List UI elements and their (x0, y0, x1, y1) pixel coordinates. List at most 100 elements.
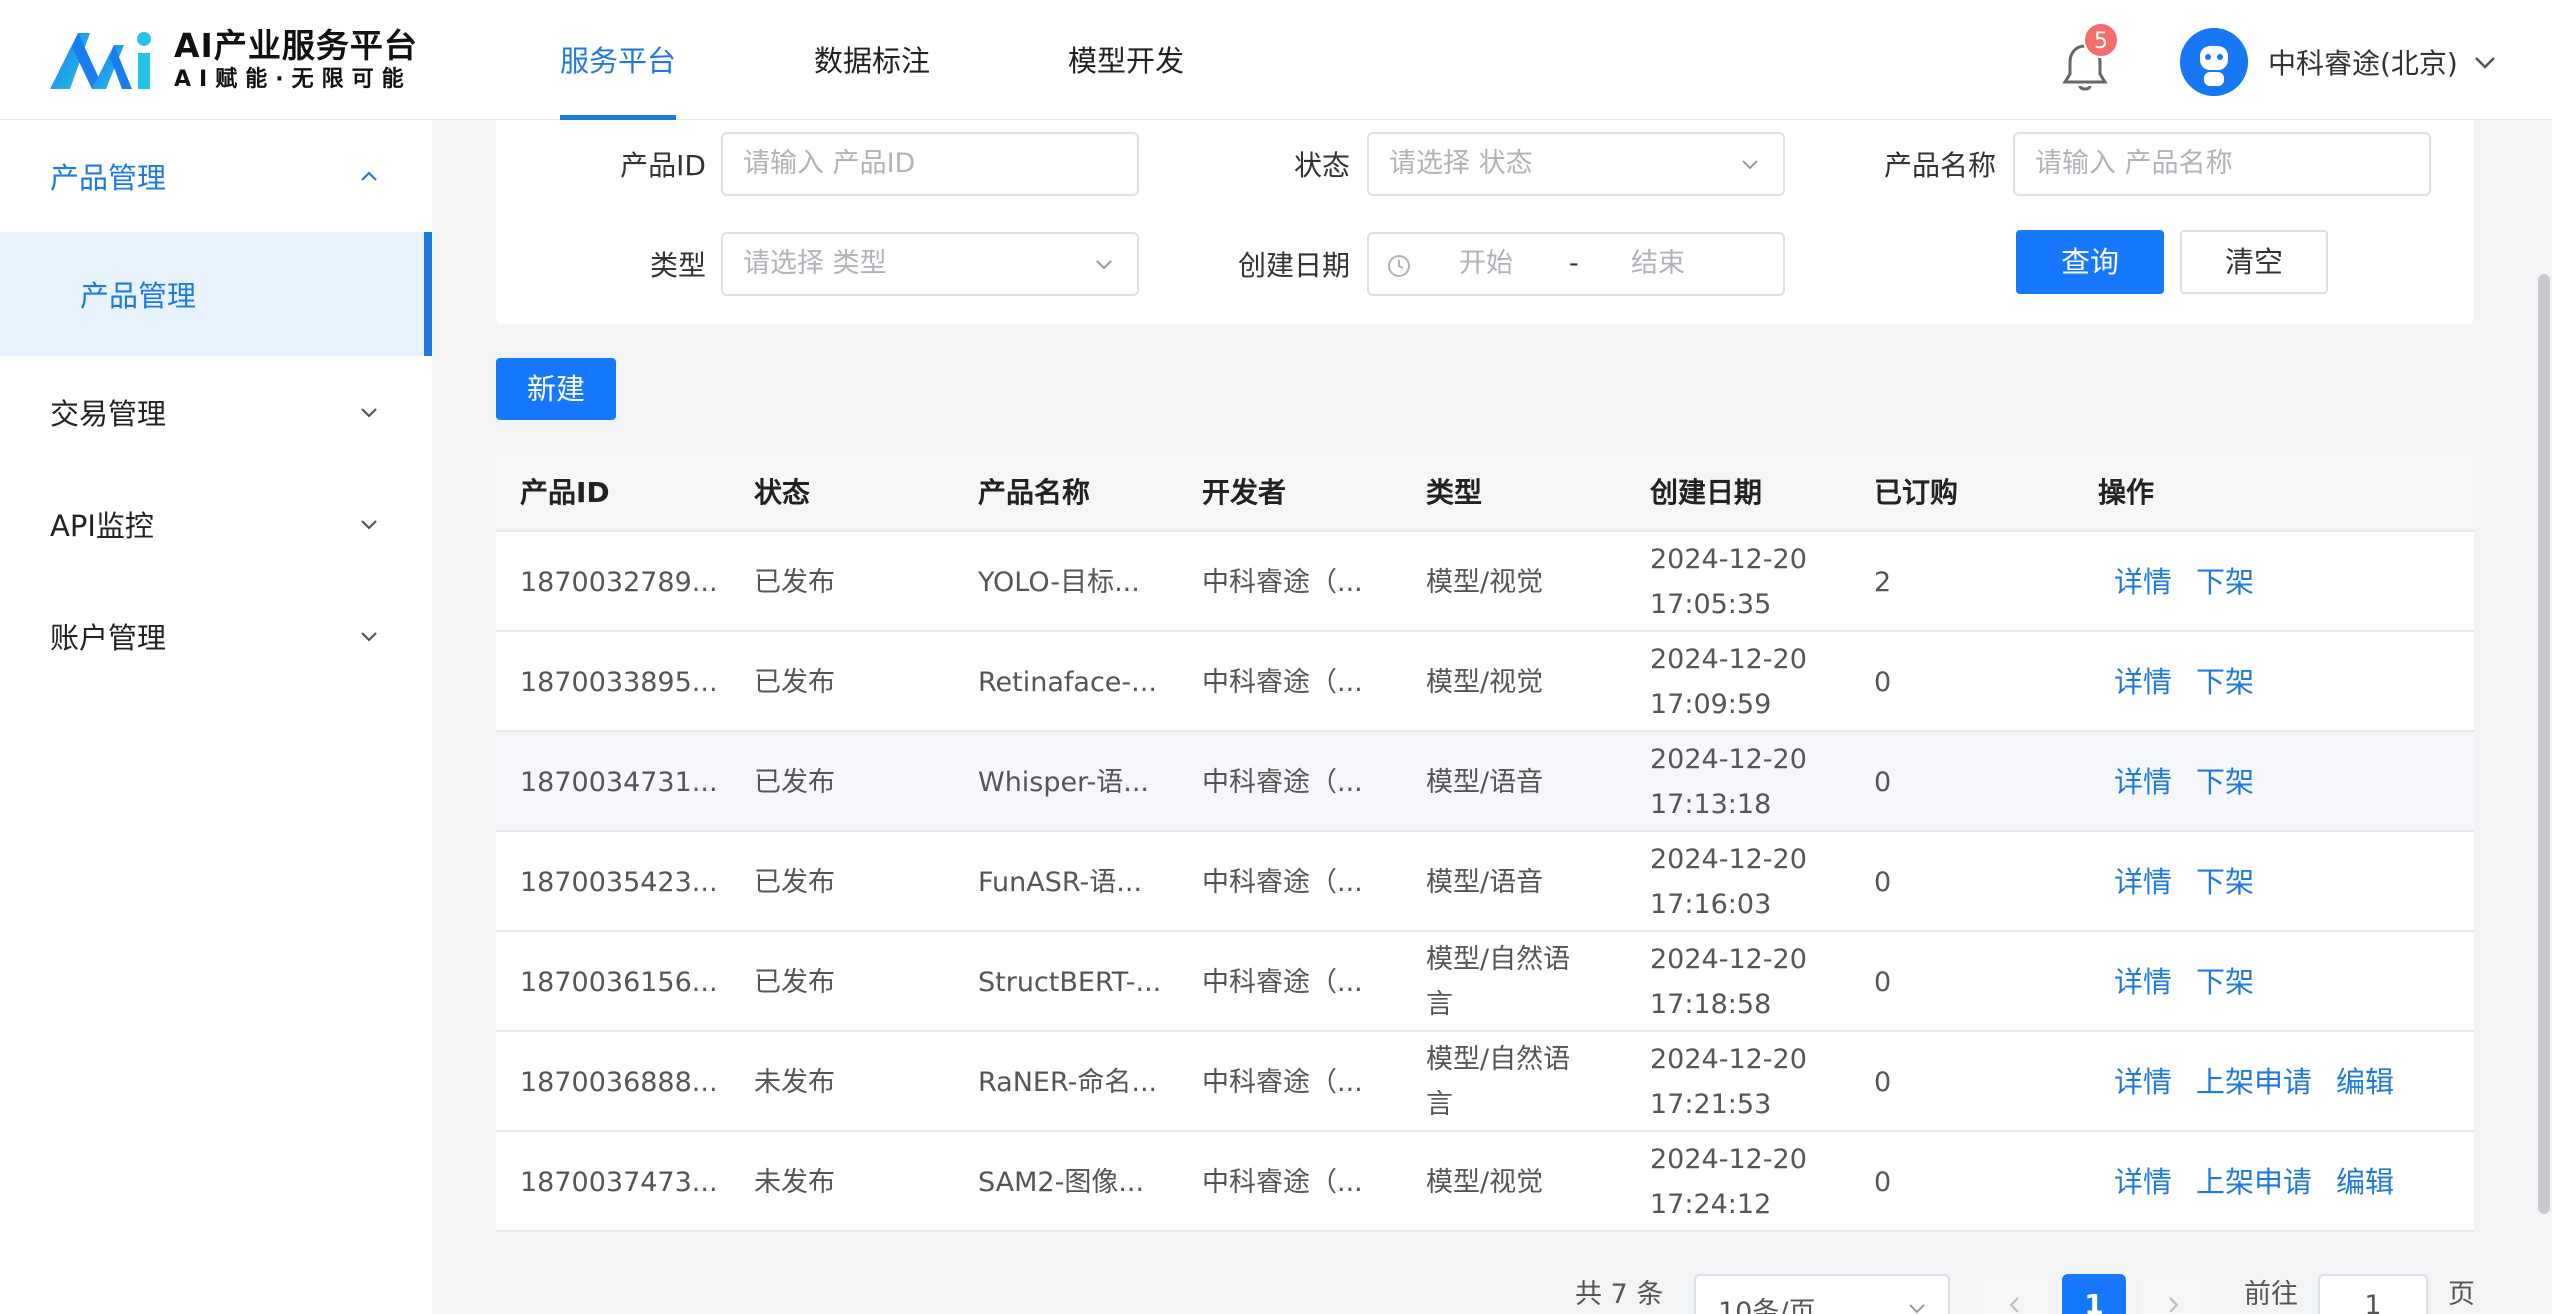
chevron-down-icon (1909, 1304, 1925, 1314)
cell-developer: 中科睿途（... (1202, 666, 1363, 698)
unpublish-link[interactable]: 下架 (2196, 860, 2254, 905)
clear-button[interactable]: 清空 (2180, 230, 2328, 294)
cell-product-name: SAM2-图像... (978, 1166, 1145, 1198)
goto-page-input[interactable]: 1 (2318, 1274, 2428, 1314)
cell-type: 模型/自然语言 (1426, 1044, 1571, 1120)
unpublish-link[interactable]: 下架 (2196, 660, 2254, 705)
table-row[interactable]: 1870035423... 已发布 FunASR-语... 中科睿途（... 模… (496, 832, 2474, 932)
avatar (2180, 28, 2248, 96)
cell-type: 模型/视觉 (1426, 1166, 1544, 1198)
sidebar-group-trade-management[interactable]: 交易管理 (0, 356, 432, 468)
table-row[interactable]: 1870036156... 已发布 StructBERT-... 中科睿途（..… (496, 932, 2474, 1032)
sidebar-group-product-management[interactable]: 产品管理 (0, 120, 432, 232)
pagination-total: 共 7 条 (1575, 1279, 1664, 1310)
vertical-scrollbar[interactable] (2538, 274, 2550, 1214)
robot-avatar-icon (2180, 28, 2248, 96)
detail-link[interactable]: 详情 (2114, 960, 2172, 1005)
cell-subscribed: 0 (1874, 666, 1892, 698)
product-id-input[interactable]: 请输入 产品ID (721, 132, 1139, 196)
cell-date: 2024-12-20 17:24:12 (1650, 1132, 1807, 1232)
sidebar-group-api-monitor[interactable]: API监控 (0, 468, 432, 580)
apply-publish-link[interactable]: 上架申请 (2196, 1160, 2312, 1205)
chevron-down-icon (1096, 260, 1112, 270)
table-row[interactable]: 1870037473... 未发布 SAM2-图像... 中科睿途（... 模型… (496, 1132, 2474, 1232)
detail-link[interactable]: 详情 (2114, 1160, 2172, 1205)
column-header-date: 创建日期 (1650, 476, 1763, 509)
sidebar-group-label: 产品管理 (50, 161, 167, 195)
date-range-picker[interactable]: 开始 - 结束 (1367, 232, 1785, 296)
product-name-label: 产品名称 (1883, 149, 1996, 182)
cell-date: 2024-12-20 17:05:35 (1650, 532, 1807, 632)
top-header: AI产业服务平台 AI赋能·无限可能 服务平台 数据标注 模型开发 5 中科睿途… (0, 0, 2552, 120)
cell-type: 模型/自然语言 (1426, 944, 1571, 1020)
cell-developer: 中科睿途（... (1202, 966, 1363, 998)
chevron-down-icon (361, 520, 377, 530)
detail-link[interactable]: 详情 (2114, 760, 2172, 805)
chevron-down-icon (1742, 160, 1758, 170)
brand-subtitle: AI赋能·无限可能 (174, 67, 412, 92)
cell-date-time: 17:16:03 (1650, 889, 1772, 920)
sidebar-group-label: 交易管理 (50, 397, 167, 431)
table-row[interactable]: 1870036888... 未发布 RaNER-命名... 中科睿途（... 模… (496, 1032, 2474, 1132)
table-row[interactable]: 1870034731... 已发布 Whisper-语... 中科睿途（... … (496, 732, 2474, 832)
brand-logo[interactable]: AI产业服务平台 AI赋能·无限可能 (48, 22, 418, 98)
status-label: 状态 (1293, 149, 1350, 182)
sidebar-group-label: 账户管理 (50, 621, 167, 655)
edit-link[interactable]: 编辑 (2336, 1160, 2394, 1205)
cell-product-id: 1870035423... (520, 866, 718, 898)
cell-subscribed: 0 (1874, 766, 1892, 798)
cell-date-time: 17:21:53 (1650, 1089, 1772, 1120)
sidebar-item-product-management[interactable]: 产品管理 (0, 232, 432, 356)
sidebar-item-label: 产品管理 (80, 279, 197, 313)
goto-label: 前往 (2244, 1279, 2298, 1310)
product-table: 产品ID 状态 产品名称 开发者 类型 创建日期 已订购 操作 18700327… (496, 454, 2474, 1232)
cell-product-name: Retinaface-... (978, 666, 1157, 698)
cell-subscribed: 0 (1874, 866, 1892, 898)
apply-publish-link[interactable]: 上架申请 (2196, 1060, 2312, 1105)
cell-date-time: 17:18:58 (1650, 989, 1772, 1020)
table-row[interactable]: 1870033895... 已发布 Retinaface-... 中科睿途（..… (496, 632, 2474, 732)
product-name-input[interactable]: 请输入 产品名称 (2013, 132, 2431, 196)
chevron-up-icon (361, 171, 377, 181)
page-size-select[interactable]: 10条/页 (1694, 1274, 1950, 1314)
type-select[interactable]: 请选择 类型 (721, 232, 1139, 296)
unpublish-link[interactable]: 下架 (2196, 760, 2254, 805)
unpublish-link[interactable]: 下架 (2196, 560, 2254, 605)
page-number-current[interactable]: 1 (2062, 1274, 2126, 1314)
detail-link[interactable]: 详情 (2114, 1060, 2172, 1105)
date-start-input[interactable]: 开始 (1459, 234, 1513, 294)
sidebar-group-account-management[interactable]: 账户管理 (0, 580, 432, 692)
cell-date: 2024-12-20 17:16:03 (1650, 832, 1807, 932)
top-nav-data-annotation[interactable]: 数据标注 (814, 0, 930, 120)
user-menu[interactable]: 中科睿途(北京) (2180, 28, 2498, 96)
cell-date-day: 2024-12-20 (1650, 744, 1807, 775)
page-size-value: 10条/页 (1718, 1297, 1816, 1314)
top-nav-service-platform[interactable]: 服务平台 (560, 0, 677, 120)
cell-status: 已发布 (754, 566, 835, 598)
top-nav-model-dev[interactable]: 模型开发 (1068, 0, 1184, 120)
cell-date-time: 17:13:18 (1650, 789, 1772, 820)
new-button[interactable]: 新建 (496, 358, 616, 420)
create-date-label: 创建日期 (1237, 249, 1350, 282)
status-select[interactable]: 请选择 状态 (1367, 132, 1785, 196)
edit-link[interactable]: 编辑 (2336, 1060, 2394, 1105)
cell-date-time: 17:09:59 (1650, 689, 1772, 720)
unpublish-link[interactable]: 下架 (2196, 960, 2254, 1005)
query-button[interactable]: 查询 (2016, 230, 2164, 294)
next-page-button[interactable] (2140, 1274, 2206, 1314)
table-row[interactable]: 1870032789... 已发布 YOLO-目标... 中科睿途（... 模型… (496, 532, 2474, 632)
cell-product-id: 1870036156... (520, 966, 718, 998)
detail-link[interactable]: 详情 (2114, 560, 2172, 605)
detail-link[interactable]: 详情 (2114, 660, 2172, 705)
page-suffix: 页 (2448, 1279, 2475, 1310)
cell-actions: 详情 下架 (2114, 932, 2278, 1032)
brand-logo-icon (50, 32, 151, 89)
prev-page-button[interactable] (1982, 1274, 2048, 1314)
chevron-right-icon (2169, 1297, 2179, 1313)
cell-product-name: StructBERT-... (978, 966, 1162, 998)
cell-product-name: FunASR-语... (978, 866, 1143, 898)
cell-developer: 中科睿途（... (1202, 1066, 1363, 1098)
date-end-input[interactable]: 结束 (1631, 234, 1685, 294)
detail-link[interactable]: 详情 (2114, 860, 2172, 905)
cell-developer: 中科睿途（... (1202, 866, 1363, 898)
